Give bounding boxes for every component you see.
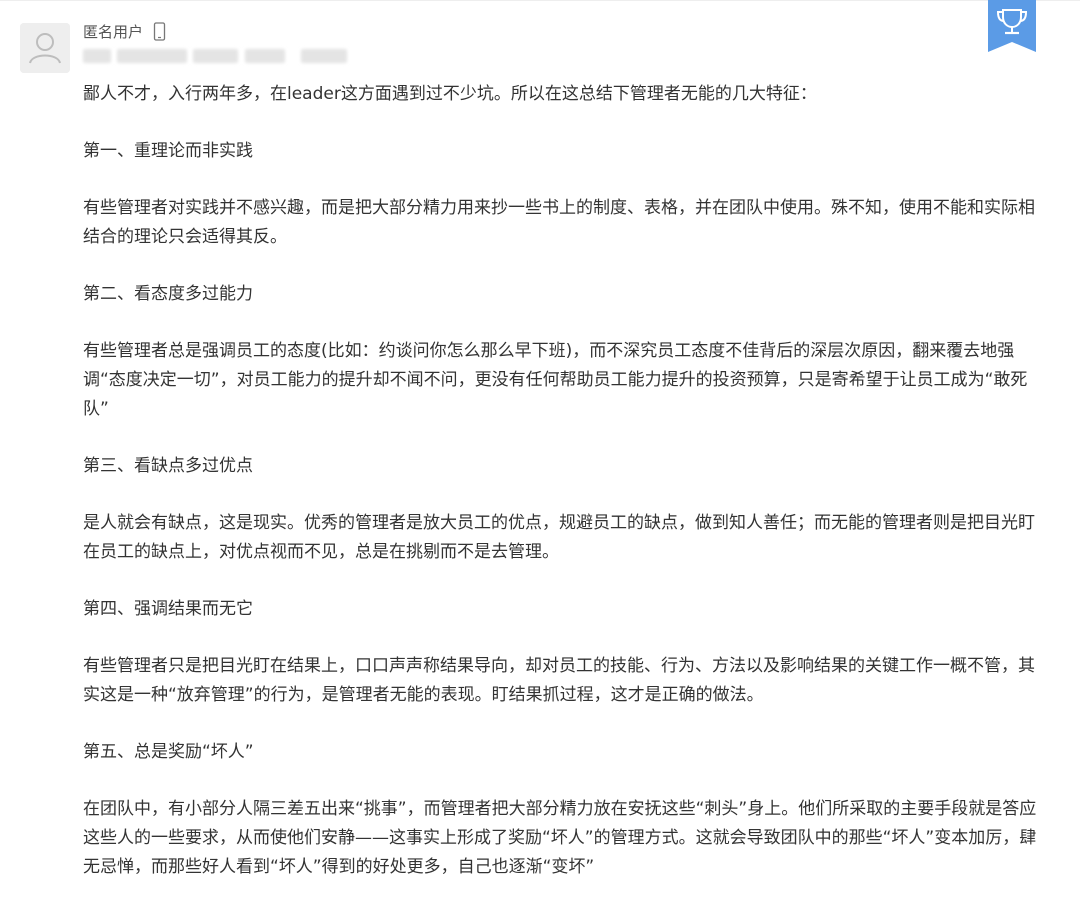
section-heading: 第三、看缺点多过优点 <box>83 456 253 476</box>
section-heading: 第一、重理论而非实践 <box>83 141 253 161</box>
section-heading: 第四、强调结果而无它 <box>83 599 253 619</box>
section-body: 是人就会有缺点，这是现实。优秀的管理者是放大员工的优点，规避员工的缺点，做到知人… <box>83 513 1035 562</box>
obscured-author-info <box>83 46 353 68</box>
post-intro: 鄙人不才，入行两年多，在leader这方面遇到过不少坑。所以在这总结下管理者无能… <box>83 84 817 104</box>
top-divider <box>0 0 1080 1</box>
section-heading: 第二、看态度多过能力 <box>83 284 253 304</box>
post-content: 鄙人不才，入行两年多，在leader这方面遇到过不少坑。所以在这总结下管理者无能… <box>83 80 1043 882</box>
trophy-icon <box>988 0 1036 52</box>
section-body: 有些管理者只是把目光盯在结果上，口口声声称结果导向，却对员工的技能、行为、方法以… <box>83 656 1035 705</box>
section-body: 有些管理者总是强调员工的态度(比如：约谈问你怎么那么早下班)，而不深究员工态度不… <box>83 341 1028 419</box>
phone-icon <box>153 22 166 42</box>
section-body: 在团队中，有小部分人隔三差五出来“挑事”，而管理者把大部分精力放在安抚这些“刺头… <box>83 799 1037 877</box>
section-body: 有些管理者对实践并不感兴趣，而是把大部分精力用来抄一些书上的制度、表格，并在团队… <box>83 198 1035 247</box>
author-name[interactable]: 匿名用户 <box>83 22 143 42</box>
default-user-avatar-icon[interactable] <box>20 23 70 73</box>
section-heading: 第五、总是奖励“坏人” <box>83 742 254 762</box>
